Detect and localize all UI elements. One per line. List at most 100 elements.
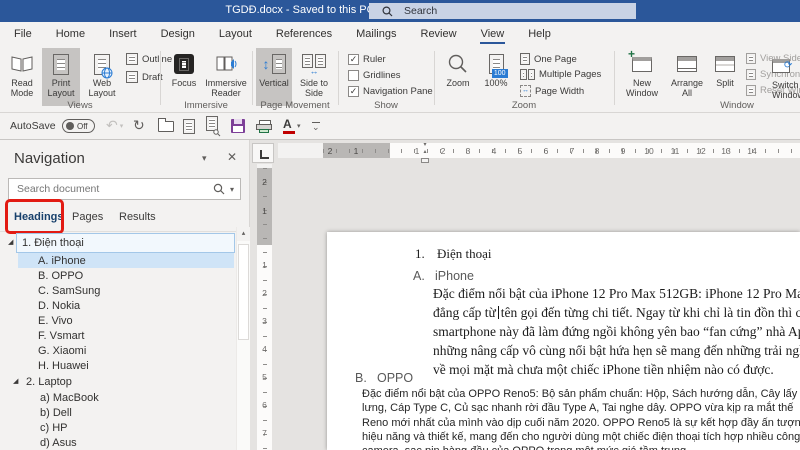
read-mode-button[interactable]: Read Mode <box>4 48 40 106</box>
group-separator <box>338 51 339 105</box>
focus-icon <box>174 51 194 77</box>
navigation-pane-title: Navigation <box>14 150 85 167</box>
print-preview-button[interactable] <box>206 113 218 139</box>
focus-button[interactable]: Focus <box>166 48 202 106</box>
navigation-pane: Navigation ▾ ✕ ▾ Headings Pages Results … <box>0 140 250 450</box>
tree-item-label: d) Asus <box>40 437 77 449</box>
tree-item-vsmart[interactable]: F. Vsmart <box>0 328 236 343</box>
font-color-button[interactable]: A ▾ <box>283 113 301 139</box>
indent-markers[interactable]: ▾▴ <box>420 142 430 158</box>
group-separator <box>160 51 161 105</box>
redo-button[interactable]: ↻ <box>133 113 145 139</box>
tab-pages[interactable]: Pages <box>72 211 103 223</box>
search-box[interactable] <box>369 3 636 19</box>
navigation-close-icon[interactable]: ✕ <box>227 150 237 164</box>
tab-review[interactable]: Review <box>409 22 469 46</box>
tree-item-samsung[interactable]: C. SamSung <box>0 283 236 298</box>
tree-item-dien-thoai[interactable]: ◢ 1. Điện thoại <box>16 233 235 253</box>
undo-dropdown-icon[interactable]: ▾ <box>120 122 124 130</box>
ruler-number: 2 <box>325 146 335 156</box>
tab-layout[interactable]: Layout <box>207 22 264 46</box>
autosave-toggle[interactable]: Off <box>62 113 95 139</box>
document-search-box[interactable]: ▾ <box>8 178 241 200</box>
ruler-checkbox[interactable]: ✓ Ruler <box>348 54 386 65</box>
navigation-pane-check-icon[interactable]: ✓ <box>348 86 359 97</box>
split-button[interactable]: Split <box>710 48 740 106</box>
tree-item-huawei[interactable]: H. Huawei <box>0 358 236 373</box>
annotation-highlight-box <box>5 199 64 234</box>
save-button[interactable] <box>231 113 245 139</box>
tree-item-oppo[interactable]: B. OPPO <box>0 268 236 283</box>
tab-home[interactable]: Home <box>44 22 97 46</box>
tab-stop-icon <box>260 150 269 159</box>
zoom-label: Zoom <box>446 78 469 88</box>
ribbon-view: Read Mode Print Layout Web Layout Outlin… <box>0 46 800 113</box>
document-page[interactable]: 1. Điện thoại A. iPhone Đặc điểm nổi bật… <box>327 232 800 450</box>
tree-item-nokia[interactable]: D. Nokia <box>0 298 236 313</box>
draft-button[interactable]: Draft <box>126 71 163 83</box>
paragraph-line: Đặc điểm nổi bật của OPPO Reno5: Bộ sản … <box>362 388 797 400</box>
navigation-pane-checkbox[interactable]: ✓ Navigation Pane <box>348 86 433 97</box>
tree-item-vivo[interactable]: E. Vivo <box>0 313 236 328</box>
tab-file[interactable]: File <box>2 22 44 46</box>
arrange-all-button[interactable]: Arrange All <box>666 48 708 106</box>
navigation-scrollbar[interactable]: ▴ <box>236 227 250 450</box>
zoom-button[interactable]: Zoom <box>440 48 476 106</box>
tree-item-hp[interactable]: c) HP <box>0 420 236 435</box>
open-button[interactable] <box>158 113 174 139</box>
multiple-pages-button[interactable]: Multiple Pages <box>520 69 601 80</box>
tree-item-macbook[interactable]: a) MacBook <box>0 390 236 405</box>
autosave-state: Off <box>77 122 88 131</box>
ruler-check-icon[interactable]: ✓ <box>348 54 359 65</box>
tree-item-dell[interactable]: b) Dell <box>0 405 236 420</box>
tree-item-label: A. iPhone <box>38 255 86 267</box>
font-color-dropdown-icon[interactable]: ▾ <box>297 122 301 130</box>
customize-toolbar-button[interactable]: ⌄ <box>312 113 320 139</box>
search-options-dropdown-icon[interactable]: ▾ <box>230 185 234 194</box>
tab-mailings[interactable]: Mailings <box>344 22 408 46</box>
zoom-100-button[interactable]: 100 100% <box>478 48 514 106</box>
collapse-triangle-icon[interactable]: ◢ <box>8 238 13 246</box>
scrollbar-thumb[interactable] <box>238 244 249 340</box>
tree-item-laptop[interactable]: ◢ 2. Laptop <box>0 373 236 390</box>
heading-2-number: B. <box>355 371 367 385</box>
tab-results[interactable]: Results <box>119 211 156 223</box>
zoom-100-badge: 100 <box>492 69 508 78</box>
new-window-button[interactable]: + New Window <box>620 48 664 106</box>
switch-windows-button[interactable]: ⟳ Switch Window <box>766 50 800 108</box>
print-layout-label: Print Layout <box>42 78 80 98</box>
collapse-triangle-icon[interactable]: ◢ <box>13 377 18 385</box>
search-icon <box>213 183 225 195</box>
left-indent-marker[interactable] <box>421 158 429 163</box>
immersive-reader-button[interactable]: Immersive Reader <box>202 48 250 106</box>
page-width-button[interactable]: ↔ Page Width <box>520 85 584 97</box>
new-document-button[interactable] <box>183 113 195 139</box>
ruler-number: 7 <box>567 146 577 156</box>
document-area: 2 1 1 2 3 4 5 6 7 8 9 10 11 12 13 14 ▾▴ … <box>250 140 800 450</box>
web-layout-button[interactable]: Web Layout <box>82 48 122 106</box>
gridlines-check-icon[interactable] <box>348 70 359 81</box>
gridlines-checkbox[interactable]: Gridlines <box>348 70 401 81</box>
tab-design[interactable]: Design <box>149 22 207 46</box>
side-to-side-button[interactable]: ↔ Side to Side <box>294 48 334 106</box>
one-page-button[interactable]: One Page <box>520 53 577 65</box>
print-layout-button[interactable]: Print Layout <box>42 48 80 106</box>
ruler-number: 3 <box>257 316 272 326</box>
tree-item-iphone[interactable]: A. iPhone <box>18 253 234 268</box>
tab-insert[interactable]: Insert <box>97 22 149 46</box>
print-button[interactable] <box>256 113 272 139</box>
save-icon <box>231 119 245 133</box>
navigation-options-dropdown-icon[interactable]: ▾ <box>202 153 207 164</box>
tree-item-xiaomi[interactable]: G. Xiaomi <box>0 343 236 358</box>
tab-references[interactable]: References <box>264 22 344 46</box>
undo-button[interactable]: ↶ ▾ <box>106 113 123 139</box>
search-input[interactable] <box>402 4 606 18</box>
vertical-button[interactable]: ↕ Vertical <box>256 48 292 106</box>
document-search-input[interactable] <box>15 182 213 196</box>
tab-view[interactable]: View <box>469 22 517 46</box>
tree-item-label: C. SamSung <box>38 285 100 297</box>
tab-stop-selector[interactable] <box>252 143 274 163</box>
tab-help[interactable]: Help <box>516 22 563 46</box>
scroll-up-icon[interactable]: ▴ <box>237 227 250 241</box>
tree-item-asus[interactable]: d) Asus <box>0 435 236 450</box>
